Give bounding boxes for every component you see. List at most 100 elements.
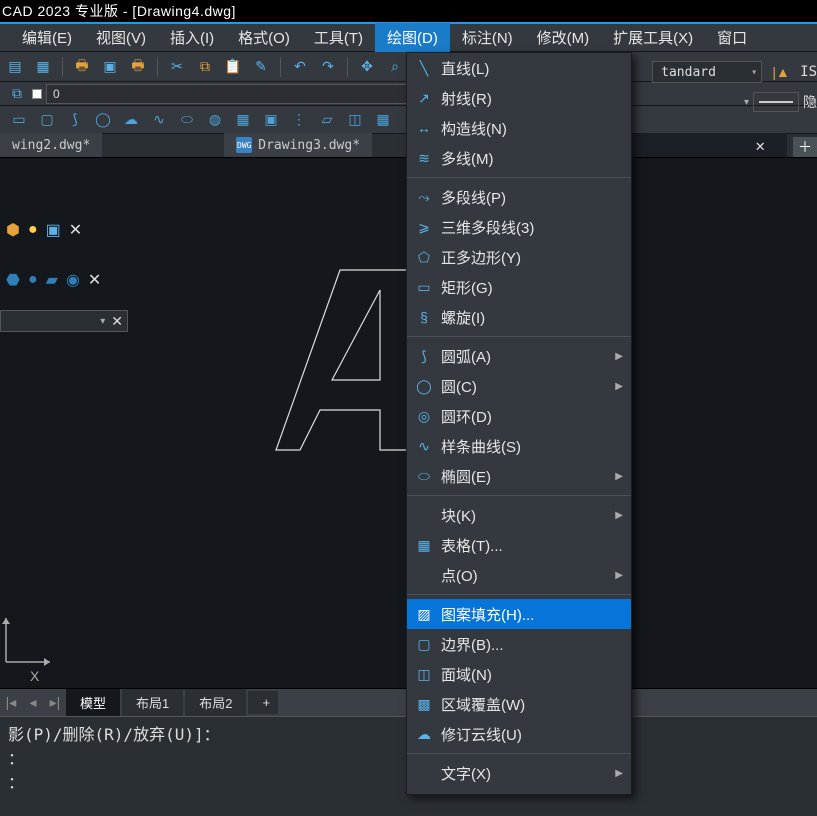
menu-mline[interactable]: ≋多线(M) bbox=[407, 143, 631, 173]
undo-icon[interactable]: ↶ bbox=[289, 56, 311, 78]
tab-drawing3[interactable]: DWG Drawing3.dwg* bbox=[224, 133, 372, 157]
menu-view[interactable]: 视图(V) bbox=[84, 23, 158, 52]
menu-insert[interactable]: 插入(I) bbox=[158, 23, 226, 52]
tab-add[interactable]: + bbox=[248, 691, 278, 714]
tab-drawing2[interactable]: wing2.dwg* bbox=[0, 133, 102, 157]
disc-icon[interactable]: ● bbox=[28, 271, 38, 289]
spline-icon: ∿ bbox=[415, 438, 433, 455]
menu-arc[interactable]: ⟆圆弧(A)▶ bbox=[407, 341, 631, 371]
rrect-icon[interactable]: ▢ bbox=[36, 109, 58, 131]
cube-icon[interactable]: ⬢ bbox=[6, 220, 20, 240]
donut-icon[interactable]: ◍ bbox=[204, 109, 226, 131]
menu-window[interactable]: 窗口 bbox=[705, 23, 759, 52]
text-icon[interactable]: ◫ bbox=[344, 109, 366, 131]
menu-dim[interactable]: 标注(N) bbox=[450, 23, 525, 52]
tab-first-icon[interactable]: |◂ bbox=[0, 694, 22, 711]
menu-point[interactable]: 点(O)▶ bbox=[407, 560, 631, 590]
menu-tools[interactable]: 工具(T) bbox=[302, 23, 375, 52]
menu-pline3d[interactable]: ⩾三维多段线(3) bbox=[407, 212, 631, 242]
menu-hatch[interactable]: ▨图案填充(H)... bbox=[407, 599, 631, 629]
spline-icon[interactable]: ∿ bbox=[148, 109, 170, 131]
menu-region[interactable]: ◫面域(N) bbox=[407, 659, 631, 689]
lineweight-sample[interactable] bbox=[753, 92, 799, 112]
close-icon[interactable]: ✕ bbox=[111, 313, 123, 330]
rect-icon[interactable]: ▭ bbox=[8, 109, 30, 131]
cloud-icon[interactable]: ☁ bbox=[120, 109, 142, 131]
tab-prev-icon[interactable]: ◂ bbox=[22, 694, 44, 711]
separator bbox=[407, 336, 631, 337]
menu-draw[interactable]: 绘图(D) bbox=[375, 23, 450, 52]
tab-layout2[interactable]: 布局2 bbox=[185, 689, 246, 716]
menu-boundary[interactable]: ▢边界(B)... bbox=[407, 629, 631, 659]
menu-edit[interactable]: 编辑(E) bbox=[10, 23, 84, 52]
tab-drawing4[interactable]: ✕ bbox=[607, 133, 787, 157]
menu-wipeout[interactable]: ▩区域覆盖(W) bbox=[407, 689, 631, 719]
menu-line[interactable]: ╲直线(L) bbox=[407, 53, 631, 83]
menu-ellipse[interactable]: ⬭椭圆(E)▶ bbox=[407, 461, 631, 491]
bulb-icon[interactable]: ● bbox=[28, 221, 38, 239]
btn-preview[interactable]: ▣ bbox=[99, 56, 121, 78]
tab-next-icon[interactable]: ▸| bbox=[44, 694, 66, 711]
menu-pline[interactable]: ⤳多段线(P) bbox=[407, 182, 631, 212]
menu-table[interactable]: ▦表格(T)... bbox=[407, 530, 631, 560]
style-btn[interactable]: |▲ bbox=[770, 61, 792, 83]
btn-1[interactable]: ▤ bbox=[4, 56, 26, 78]
btn-2[interactable]: ▦ bbox=[32, 56, 54, 78]
hatch-icon[interactable]: ▦ bbox=[232, 109, 254, 131]
mline-icon: ≋ bbox=[415, 150, 433, 167]
style-dropdown[interactable]: tandard bbox=[652, 61, 762, 83]
donut-icon: ◎ bbox=[415, 408, 433, 425]
boundary-icon[interactable]: ▱ bbox=[316, 109, 338, 131]
layer-color-swatch[interactable] bbox=[32, 89, 42, 99]
sheet-icon[interactable]: ▣ bbox=[46, 220, 61, 240]
point-icon[interactable]: ⋮ bbox=[288, 109, 310, 131]
menu-block[interactable]: 块(K)▶ bbox=[407, 500, 631, 530]
layer-dropdown[interactable]: 0 bbox=[46, 84, 436, 104]
menu-rect[interactable]: ▭矩形(G) bbox=[407, 272, 631, 302]
menu-circle[interactable]: ◯圆(C)▶ bbox=[407, 371, 631, 401]
btn-batch-print[interactable]: 🖶 bbox=[127, 56, 149, 78]
close-icon[interactable]: ✕ bbox=[69, 220, 82, 240]
menu-modify[interactable]: 修改(M) bbox=[525, 23, 602, 52]
menu-revcloud[interactable]: ☁修订云线(U) bbox=[407, 719, 631, 749]
draw-menu-dropdown: ╲直线(L) ↗射线(R) ↔构造线(N) ≋多线(M) ⤳多段线(P) ⩾三维… bbox=[406, 52, 632, 795]
zoom-icon[interactable]: ⌕ bbox=[384, 56, 406, 78]
menu-polygon[interactable]: ⬠正多边形(Y) bbox=[407, 242, 631, 272]
new-tab-button[interactable]: ＋ bbox=[793, 137, 817, 157]
circle-icon: ◯ bbox=[415, 378, 433, 395]
table-icon[interactable]: ▦ bbox=[372, 109, 394, 131]
brush-icon[interactable]: ✎ bbox=[250, 56, 272, 78]
submenu-arrow-icon: ▶ bbox=[615, 471, 623, 482]
menu-xline[interactable]: ↔构造线(N) bbox=[407, 113, 631, 143]
copy-icon[interactable]: ⧉ bbox=[194, 56, 216, 78]
menu-text[interactable]: 文字(X)▶ bbox=[407, 758, 631, 788]
cut-icon[interactable]: ✂ bbox=[166, 56, 188, 78]
tab-model[interactable]: 模型 bbox=[66, 689, 120, 716]
arc-icon[interactable]: ⟆ bbox=[64, 109, 86, 131]
menu-ray[interactable]: ↗射线(R) bbox=[407, 83, 631, 113]
layer-copy-icon[interactable]: ⧉ bbox=[6, 83, 28, 105]
menu-ext[interactable]: 扩展工具(X) bbox=[601, 23, 705, 52]
close-icon[interactable]: ✕ bbox=[88, 270, 101, 290]
pan-icon[interactable]: ✥ bbox=[356, 56, 378, 78]
cube-icon[interactable]: ⬣ bbox=[6, 270, 20, 290]
menu-donut[interactable]: ◎圆环(D) bbox=[407, 401, 631, 431]
tab-layout1[interactable]: 布局1 bbox=[122, 689, 183, 716]
menu-spline[interactable]: ∿样条曲线(S) bbox=[407, 431, 631, 461]
menu-format[interactable]: 格式(O) bbox=[226, 23, 302, 52]
revcloud-icon: ☁ bbox=[415, 726, 433, 743]
region-icon[interactable]: ▣ bbox=[260, 109, 282, 131]
sep bbox=[347, 57, 348, 77]
close-icon[interactable]: ✕ bbox=[745, 136, 775, 155]
menu-spiral[interactable]: §螺旋(I) bbox=[407, 302, 631, 332]
btn-print[interactable]: 🖶 bbox=[71, 56, 93, 78]
spiral-icon: § bbox=[415, 309, 433, 325]
globe-icon[interactable]: ◉ bbox=[66, 270, 80, 290]
redo-icon[interactable]: ↷ bbox=[317, 56, 339, 78]
mini-dropdown[interactable]: ✕ bbox=[0, 310, 128, 332]
ellipse-icon[interactable]: ⬭ bbox=[176, 109, 198, 131]
title-bar: CAD 2023 专业版 - [Drawing4.dwg] bbox=[0, 0, 817, 22]
circle-icon[interactable]: ◯ bbox=[92, 109, 114, 131]
layers-icon[interactable]: ▰ bbox=[46, 270, 58, 290]
paste-icon[interactable]: 📋 bbox=[222, 56, 244, 78]
